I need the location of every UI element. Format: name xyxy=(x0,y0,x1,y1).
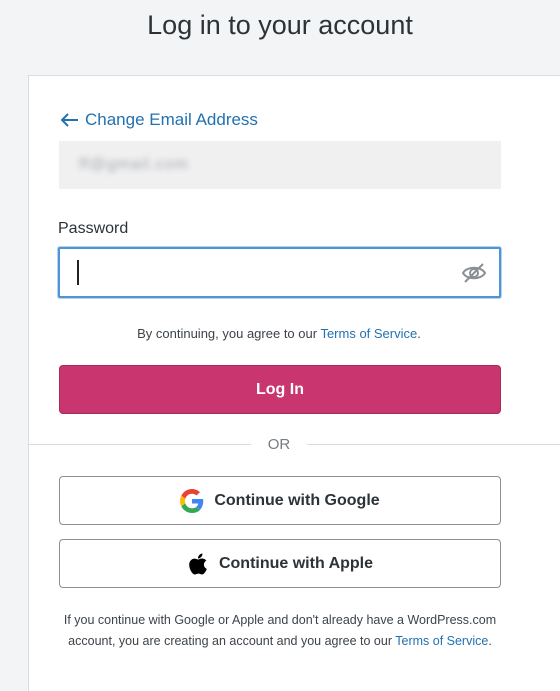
terms-notice-suffix: . xyxy=(417,326,421,341)
or-separator: OR xyxy=(251,436,307,453)
email-value: ff@gmail.com xyxy=(79,156,189,173)
arrow-left-icon xyxy=(61,113,78,127)
text-caret xyxy=(77,260,79,285)
email-field: ff@gmail.com xyxy=(59,141,501,189)
change-email-label: Change Email Address xyxy=(85,110,258,129)
apple-icon xyxy=(189,553,207,574)
footer-terms-link[interactable]: Terms of Service xyxy=(395,634,488,648)
change-email-link[interactable]: Change Email Address xyxy=(61,110,258,130)
login-card: Change Email Address ff@gmail.com Passwo… xyxy=(28,75,560,691)
eye-slash-icon[interactable] xyxy=(461,262,487,284)
account-creation-notice: If you continue with Google or Apple and… xyxy=(49,610,511,652)
terms-notice: By continuing, you agree to our Terms of… xyxy=(29,326,529,341)
continue-with-google-button[interactable]: Continue with Google xyxy=(59,476,501,525)
terms-of-service-link[interactable]: Terms of Service xyxy=(320,326,417,341)
terms-notice-prefix: By continuing, you agree to our xyxy=(137,326,321,341)
password-field-wrapper xyxy=(58,247,501,298)
login-button[interactable]: Log In xyxy=(59,365,501,414)
continue-with-apple-button[interactable]: Continue with Apple xyxy=(59,539,501,588)
password-input[interactable] xyxy=(60,249,455,296)
google-button-label: Continue with Google xyxy=(214,491,380,509)
footer-suffix: . xyxy=(488,634,492,648)
page-title: Log in to your account xyxy=(147,10,413,40)
apple-button-label: Continue with Apple xyxy=(218,554,374,572)
google-icon xyxy=(180,488,204,513)
password-label: Password xyxy=(58,220,129,237)
